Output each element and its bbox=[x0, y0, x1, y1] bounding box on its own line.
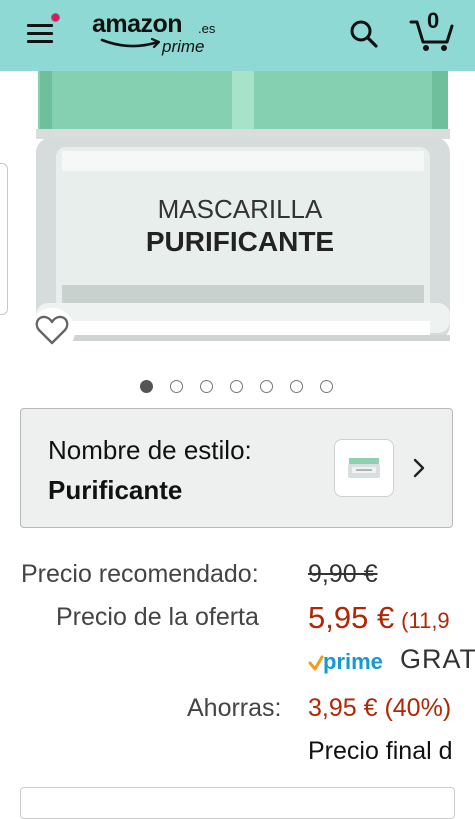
style-label: Nombre de estilo: bbox=[48, 435, 252, 465]
offer-price-value: 5,95 € bbox=[308, 600, 395, 635]
jar-label-line1: MASCARILLA bbox=[158, 194, 323, 224]
offer-price-label: Precio de la oferta bbox=[56, 603, 259, 631]
smile-arrow-icon bbox=[100, 37, 161, 49]
wishlist-button[interactable] bbox=[28, 307, 76, 355]
style-thumbnail bbox=[334, 439, 394, 497]
carousel-dot[interactable] bbox=[260, 380, 273, 393]
savings-label: Ahorras: bbox=[187, 694, 282, 722]
carousel-dot[interactable] bbox=[320, 380, 333, 393]
menu-icon bbox=[27, 24, 53, 27]
image-carousel-indicator bbox=[140, 380, 333, 396]
menu-button[interactable] bbox=[24, 13, 64, 52]
recommended-price-value: 9,90 € bbox=[308, 560, 378, 588]
next-section-card[interactable] bbox=[20, 787, 455, 819]
image-scroll-handle[interactable] bbox=[0, 163, 8, 315]
amazon-logo[interactable]: amazon .es prime bbox=[90, 10, 230, 60]
notification-dot bbox=[51, 13, 60, 22]
search-icon bbox=[350, 20, 378, 48]
menu-icon-bar bbox=[27, 40, 53, 43]
logo-domain: .es bbox=[198, 21, 216, 36]
prime-label: prime bbox=[323, 649, 383, 674]
style-value: Purificante bbox=[48, 475, 183, 505]
cart-count: 0 bbox=[427, 8, 440, 33]
unit-price: (11,9 bbox=[401, 608, 450, 633]
menu-icon-bar bbox=[27, 32, 53, 35]
chevron-right-icon bbox=[413, 458, 425, 478]
product-image[interactable]: MASCARILLA PURIFICANTE bbox=[0, 71, 475, 371]
carousel-dot[interactable] bbox=[140, 380, 153, 393]
carousel-dot[interactable] bbox=[230, 380, 243, 393]
cart-button[interactable]: 0 bbox=[408, 8, 456, 54]
top-navigation-bar: amazon .es prime 0 bbox=[0, 0, 475, 71]
jar-label-line2: PURIFICANTE bbox=[146, 226, 334, 257]
final-price-label: Precio final d bbox=[308, 737, 453, 765]
recommended-price-label: Precio recomendado: bbox=[21, 560, 259, 588]
carousel-dot[interactable] bbox=[200, 380, 213, 393]
logo-wordmark: amazon bbox=[92, 10, 183, 38]
carousel-dot[interactable] bbox=[170, 380, 183, 393]
shipping-text: GRAT bbox=[400, 644, 475, 674]
search-button[interactable] bbox=[347, 17, 381, 51]
logo-prime: prime bbox=[162, 37, 205, 56]
heart-outline-icon bbox=[29, 308, 75, 354]
style-name-selector[interactable]: Nombre de estilo: Purificante bbox=[20, 408, 453, 528]
savings-value: 3,95 € (40%) bbox=[308, 694, 452, 722]
jar-thumbnail-image bbox=[348, 458, 380, 478]
carousel-dot[interactable] bbox=[290, 380, 303, 393]
prime-badge: prime bbox=[308, 648, 390, 678]
offer-price-group: 5,95 € (11,9 bbox=[308, 600, 450, 636]
